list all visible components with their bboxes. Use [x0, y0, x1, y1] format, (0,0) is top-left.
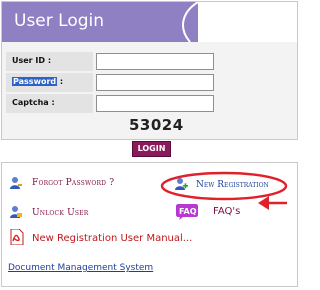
header-curve-decoration	[160, 2, 199, 42]
login-button[interactable]: LOGIN	[132, 141, 171, 157]
password-label: Password	[12, 77, 58, 86]
password-input[interactable]	[96, 74, 214, 91]
userid-label-cell: User ID :	[6, 52, 93, 71]
captcha-label: Captcha :	[12, 98, 55, 107]
page-title: User Login	[14, 11, 105, 31]
user-manual-link[interactable]: New Registration User Manual...	[32, 233, 192, 244]
add-user-icon	[175, 178, 188, 190]
userid-label: User ID :	[12, 56, 52, 65]
document-management-link[interactable]: Document Management System	[8, 263, 153, 273]
faq-icon-text: FAQ	[179, 207, 197, 216]
forgot-password-link[interactable]: Forgot Password ?	[32, 178, 114, 188]
captcha-image-text: 53024	[129, 116, 184, 134]
password-label-suffix: :	[57, 77, 64, 86]
password-label-cell: Password :	[6, 73, 93, 92]
faqs-link[interactable]: FAQ's	[213, 206, 240, 217]
login-header: User Login	[2, 2, 297, 42]
unlock-user-icon	[10, 206, 22, 218]
captcha-input[interactable]	[96, 95, 214, 112]
user-key-icon	[10, 177, 22, 189]
userid-input[interactable]	[96, 53, 214, 70]
faq-icon: FAQ	[174, 204, 200, 224]
pdf-icon	[10, 229, 24, 245]
unlock-user-link[interactable]: Unlock User	[32, 208, 88, 218]
captcha-label-cell: Captcha :	[6, 94, 93, 113]
new-registration-link[interactable]: New Registration	[196, 180, 269, 190]
